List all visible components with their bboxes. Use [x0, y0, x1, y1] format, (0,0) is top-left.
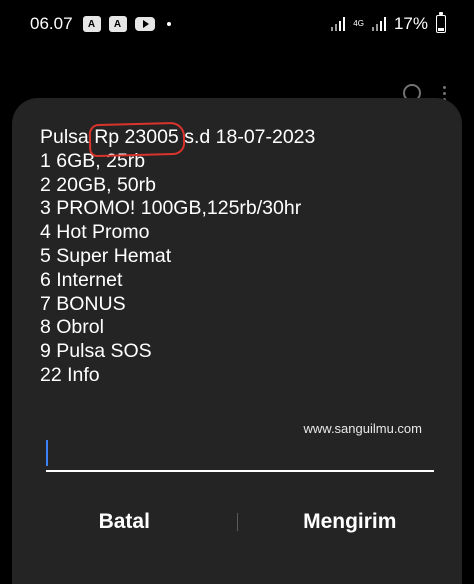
- menu-option: 6 Internet: [40, 268, 123, 291]
- menu-option: 22 Info: [40, 363, 100, 386]
- menu-option: 3 PROMO! 100GB,125rb/30hr: [40, 197, 302, 220]
- youtube-icon: [134, 17, 155, 31]
- balance-label: Pulsa: [40, 126, 95, 148]
- reply-input[interactable]: [46, 438, 434, 472]
- menu-option: 9 Pulsa SOS: [40, 340, 152, 363]
- menu-option: 7 BONUS: [40, 292, 126, 315]
- network-type: 4G: [353, 19, 364, 28]
- translate-icon-2: A: [108, 16, 127, 32]
- translate-icon: A: [82, 16, 101, 32]
- signal-icon: [331, 17, 346, 31]
- menu-option: 5 Super Hemat: [40, 244, 172, 267]
- balance-amount-highlight: Rp 23005: [94, 126, 179, 148]
- reply-input-wrapper: [46, 438, 434, 472]
- ussd-message: Pulsa Rp 23005 s.d 18-07-2023 1 6GB, 25r…: [40, 126, 315, 388]
- phone-screen: 06.07 A A 4G 17% Pulsa Rp 23005 s.d 18-0…: [0, 0, 474, 584]
- notification-dot-icon: [166, 22, 171, 26]
- battery-icon: [436, 12, 446, 33]
- menu-option: 2 20GB, 50rb: [40, 173, 156, 196]
- ussd-line-balance: Pulsa Rp 23005 s.d 18-07-2023: [40, 126, 315, 150]
- watermark-text: www.sanguilmu.com: [303, 421, 423, 436]
- balance-expiry: s.d 18-07-2023: [178, 126, 316, 148]
- status-left: 06.07 A A: [30, 14, 171, 34]
- text-caret: [46, 440, 48, 466]
- battery-percent: 17%: [393, 14, 428, 33]
- status-time: 06.07: [30, 14, 73, 33]
- status-bar: 06.07 A A 4G 17%: [0, 0, 474, 48]
- send-button[interactable]: Mengirim: [238, 502, 463, 542]
- ussd-dialog: Pulsa Rp 23005 s.d 18-07-2023 1 6GB, 25r…: [12, 98, 462, 584]
- menu-option: 4 Hot Promo: [40, 221, 150, 244]
- status-right: 4G 17%: [331, 12, 446, 34]
- cancel-button[interactable]: Batal: [12, 502, 237, 542]
- signal-icon-2: [371, 17, 386, 31]
- menu-option: 8 Obrol: [40, 316, 104, 339]
- dialog-actions: Batal Mengirim: [12, 502, 462, 542]
